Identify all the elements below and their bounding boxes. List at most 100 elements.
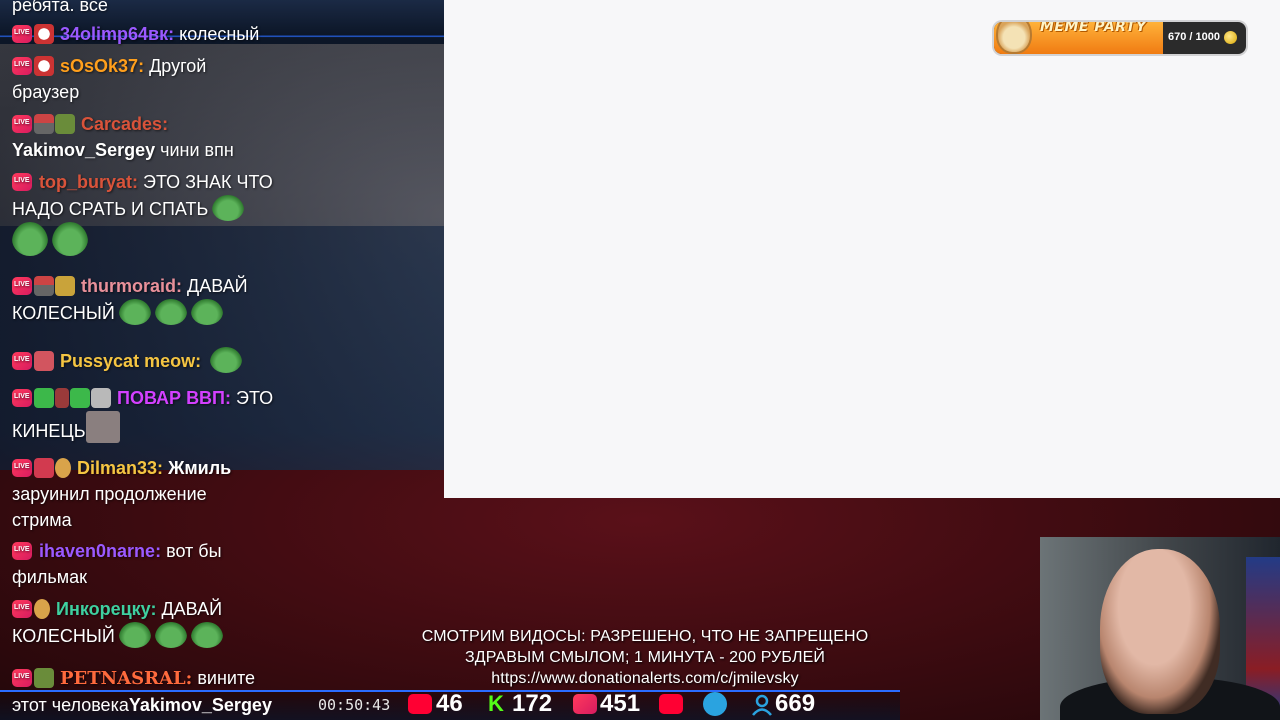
- live-badge-icon: [12, 57, 32, 75]
- message-text: фильмак: [12, 567, 88, 587]
- live-badge-icon: [12, 600, 32, 618]
- message-text: ЭТО: [236, 388, 274, 408]
- live-badge-icon: [12, 669, 32, 687]
- meme-party-count: 670 / 1000: [1168, 31, 1220, 43]
- chat-username: Pussycat meow:: [60, 351, 202, 371]
- user-badge-icon: [34, 668, 54, 688]
- user-badge-icon: [34, 599, 50, 619]
- user-badge-icon: [34, 56, 54, 76]
- frog-emote-icon: [210, 347, 243, 373]
- meme-party-widget: MEME PARTY 670 / 1000: [994, 22, 1246, 54]
- webcam-feed: [1040, 537, 1280, 720]
- chat-message: top_buryat: ЭТО ЗНАК ЧТО НАДО СРАТЬ И СП…: [12, 169, 442, 257]
- chat-username: ПОВАР ВВП:: [117, 388, 231, 408]
- vk-live-icon: [573, 694, 597, 714]
- overlay-line: ЗДРАВЫМ СМЫЛОМ; 1 МИНУТА - 200 РУБЛЕЙ: [465, 649, 825, 666]
- user-badge-icon: [55, 276, 75, 296]
- photo-emote-icon: [85, 411, 120, 443]
- chat-username: ihaven0narne:: [39, 541, 162, 561]
- frog-emote-icon: [154, 299, 187, 325]
- message-text: КОЛЕСНЫЙ: [12, 626, 115, 646]
- user-badge-icon: [34, 351, 54, 371]
- wine-glass-badge-icon: [34, 276, 54, 296]
- youtube-viewers: 46: [436, 690, 463, 717]
- kick-icon: K: [488, 691, 504, 716]
- chat-username: thurmoraid:: [81, 276, 183, 296]
- message-text: заруинил продолжение: [12, 484, 207, 504]
- user-badge-icon: [34, 24, 54, 44]
- gift-badge-icon: [70, 388, 90, 408]
- message-text: Жмиль: [168, 458, 232, 478]
- live-badge-icon: [12, 352, 32, 370]
- chat-message: sOsOk37: Другой браузер: [12, 53, 442, 105]
- kick-viewers: 172: [512, 690, 553, 717]
- donation-link: https://www.donationalerts.com/c/jmilevs…: [491, 670, 799, 687]
- frog-emote-icon: [190, 299, 223, 325]
- message-text: вините: [197, 668, 255, 688]
- hat-badge-icon: [55, 114, 75, 134]
- live-badge-icon: [12, 115, 32, 133]
- browser-capture-area: [444, 0, 1280, 498]
- chat-message: Pussycat meow:: [12, 347, 442, 374]
- chat-username: Dilman33:: [77, 458, 164, 478]
- chat-message: Dilman33: Жмиль заруинил продолжение стр…: [12, 455, 442, 533]
- stream-rules-overlay: СМОТРИМ ВИДОСЫ: РАЗРЕШЕНО, ЧТО НЕ ЗАПРЕЩ…: [372, 626, 918, 689]
- chat-username: 34olimp64вк:: [60, 24, 175, 44]
- chat-username: PETNASRAL:: [60, 668, 193, 689]
- user-badge-icon: [34, 458, 54, 478]
- chat-username: Инкорецку:: [56, 599, 157, 619]
- frog-emote-icon: [190, 622, 223, 648]
- frog-emote-icon: [212, 195, 245, 221]
- chat-message: thurmoraid: ДАВАЙ КОЛЕСНЫЙ: [12, 273, 442, 326]
- live-badge-icon: [12, 173, 32, 191]
- user-badge-icon: [91, 388, 111, 408]
- doge-icon: [996, 22, 1032, 54]
- vk-video-icon: [659, 694, 683, 714]
- live-badge-icon: [12, 277, 32, 295]
- live-badge-icon: [12, 459, 32, 477]
- frog-emote-icon: [118, 299, 151, 325]
- message-text: КИНЕЦЬ: [12, 421, 86, 441]
- check-badge-icon: [34, 388, 54, 408]
- message-text: вот бы: [166, 541, 222, 561]
- message-text: стрима: [12, 510, 72, 530]
- chat-username: sOsOk37:: [60, 56, 145, 76]
- chat-message: 34olimp64вк: колесный: [12, 21, 442, 47]
- meme-party-title: MEME PARTY: [1040, 22, 1147, 35]
- mentioned-username: Yakimov_Sergey: [128, 695, 272, 715]
- message-text: ДАВАЙ: [187, 276, 248, 296]
- frog-emote-icon: [118, 622, 151, 648]
- chat-message-partial: ребята. все: [12, 0, 442, 18]
- frog-emote-icon: [52, 222, 88, 256]
- frog-emote-icon: [12, 222, 48, 256]
- message-text: ребята. все: [12, 0, 108, 15]
- live-badge-icon: [12, 542, 32, 560]
- vk-live-viewers: 451: [600, 690, 641, 717]
- chat-username: Carcades:: [81, 114, 169, 134]
- wine-glass-badge-icon: [34, 114, 54, 134]
- message-text: этот человека: [12, 695, 129, 715]
- chat-message: Carcades: Yakimov_Sergey чини впн: [12, 111, 442, 163]
- message-text: КОЛЕСНЫЙ: [12, 303, 115, 323]
- total-viewers: 669: [775, 690, 816, 717]
- mentioned-username: Yakimov_Sergey: [12, 140, 156, 160]
- message-text: ЭТО ЗНАК ЧТО: [143, 172, 273, 192]
- message-text: колесный: [179, 24, 260, 44]
- chat-message: ПОВАР ВВП: ЭТО КИНЕЦЬ: [12, 385, 442, 444]
- telegram-icon: [703, 692, 727, 716]
- message-text: чини впн: [160, 140, 234, 160]
- viewer-person-icon: [750, 694, 774, 716]
- message-text: Другой: [149, 56, 207, 76]
- coin-icon: [1224, 31, 1237, 44]
- chat-message: ihaven0narne: вот бы фильмак: [12, 538, 442, 590]
- message-text: браузер: [12, 82, 80, 102]
- overlay-line: СМОТРИМ ВИДОСЫ: РАЗРЕШЕНО, ЧТО НЕ ЗАПРЕЩ…: [421, 628, 869, 645]
- streamer-face: [1100, 549, 1220, 714]
- user-badge-icon: [55, 458, 71, 478]
- message-text: ДАВАЙ: [161, 599, 223, 619]
- frog-emote-icon: [154, 622, 187, 648]
- chat-username: top_buryat:: [39, 172, 139, 192]
- youtube-icon: [408, 694, 432, 714]
- user-badge-icon: [55, 388, 69, 408]
- live-badge-icon: [12, 25, 32, 43]
